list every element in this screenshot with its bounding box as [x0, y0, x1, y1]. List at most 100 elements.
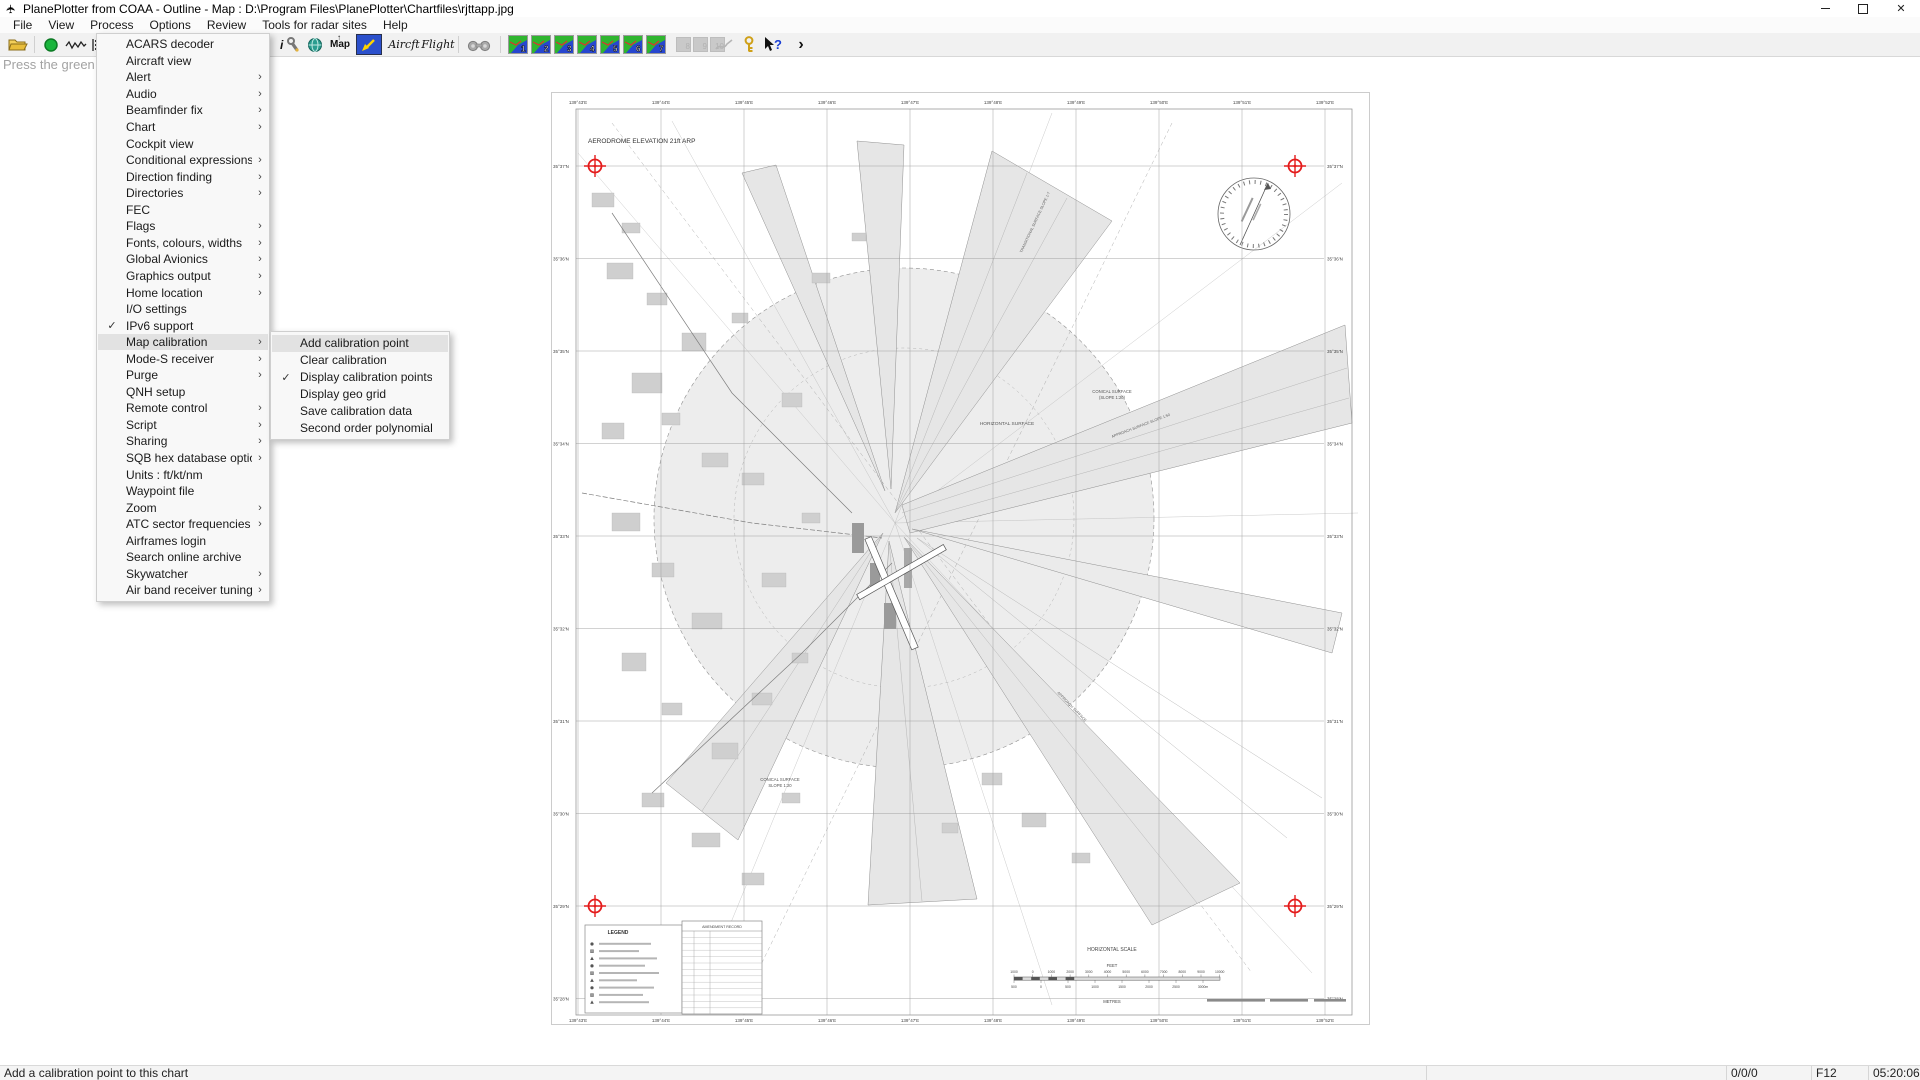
- minimize-button[interactable]: [1806, 0, 1844, 17]
- svg-text:35°37'N: 35°37'N: [1327, 164, 1343, 169]
- calibration-marker: [584, 155, 606, 177]
- map-preset-button-1[interactable]: 1: [508, 35, 528, 54]
- submenu-item-add-calibration-point[interactable]: Add calibration point: [272, 335, 448, 352]
- aircft-button[interactable]: Aircft: [388, 34, 420, 55]
- submenu-arrow-icon: ›: [252, 121, 268, 133]
- maximize-button[interactable]: [1844, 0, 1882, 17]
- menubar-item-review[interactable]: Review: [199, 17, 254, 33]
- options-menu-item-search-online-archive[interactable]: Search online archive: [98, 549, 268, 566]
- options-menu-item-directories[interactable]: Directories›: [98, 185, 268, 202]
- submenu-item-second-order-polynomial-fit[interactable]: Second order polynomial fit: [272, 420, 448, 437]
- key-button[interactable]: [738, 34, 760, 55]
- options-menu-item-aircraft-view[interactable]: Aircraft view: [98, 53, 268, 70]
- svg-text:139°43'E: 139°43'E: [569, 1018, 587, 1023]
- globe-button[interactable]: [304, 34, 326, 55]
- map-mode-button[interactable]: Map↑: [328, 34, 352, 55]
- options-menu-item-i-o-settings[interactable]: I/O settings: [98, 301, 268, 318]
- start-button[interactable]: [40, 34, 62, 55]
- options-menu-item-sqb-hex-database-options[interactable]: SQB hex database options›: [98, 450, 268, 467]
- outline-pointer-button[interactable]: [356, 34, 382, 55]
- close-button[interactable]: ✕: [1882, 0, 1920, 17]
- draw-line-button[interactable]: [712, 34, 736, 55]
- submenu-arrow-icon: ›: [252, 336, 268, 348]
- options-menu-item-map-calibration[interactable]: Map calibration›: [98, 334, 268, 351]
- flight-button[interactable]: Flight: [422, 34, 454, 55]
- map-preset-button-5[interactable]: 5: [600, 35, 620, 54]
- svg-text:139°48'E: 139°48'E: [984, 100, 1002, 105]
- options-menu-item-fonts-colours-widths[interactable]: Fonts, colours, widths›: [98, 235, 268, 252]
- options-menu-item-global-avionics[interactable]: Global Avionics›: [98, 251, 268, 268]
- options-menu-item-beamfinder-fix[interactable]: Beamfinder fix›: [98, 102, 268, 119]
- setup-button[interactable]: i: [276, 34, 302, 55]
- map-preset-button-3[interactable]: 3: [554, 35, 574, 54]
- options-menu-item-air-band-receiver-tuning[interactable]: Air band receiver tuning›: [98, 582, 268, 599]
- options-menu-item-cockpit-view[interactable]: Cockpit view: [98, 135, 268, 152]
- menu-item-label: Waypoint file: [126, 484, 252, 498]
- options-menu-item-alert[interactable]: Alert›: [98, 69, 268, 86]
- svg-text:35°31'N: 35°31'N: [553, 719, 569, 724]
- options-menu-item-ipv6-support[interactable]: ✓IPv6 support: [98, 317, 268, 334]
- submenu-item-save-calibration-data[interactable]: Save calibration data: [272, 403, 448, 420]
- submenu-item-clear-calibration[interactable]: Clear calibration: [272, 352, 448, 369]
- submenu-arrow-icon: ›: [252, 187, 268, 199]
- svg-text:10000: 10000: [1215, 970, 1225, 974]
- menubar-item-help[interactable]: Help: [375, 17, 416, 33]
- signal-button[interactable]: [63, 34, 89, 55]
- menubar-item-file[interactable]: File: [5, 17, 40, 33]
- options-menu-item-atc-sector-frequencies[interactable]: ATC sector frequencies›: [98, 516, 268, 533]
- options-menu-item-home-location[interactable]: Home location›: [98, 284, 268, 301]
- options-menu-item-script[interactable]: Script›: [98, 417, 268, 434]
- toolbar-more-button[interactable]: ›: [790, 34, 812, 55]
- app-plane-icon: ✈: [4, 2, 18, 16]
- options-menu-item-waypoint-file[interactable]: Waypoint file: [98, 483, 268, 500]
- options-menu-item-skywatcher[interactable]: Skywatcher›: [98, 566, 268, 583]
- map-preset-button-8-disabled[interactable]: 8: [676, 37, 691, 52]
- map-preset-button-2[interactable]: 2: [531, 35, 551, 54]
- options-menu-item-acars-decoder[interactable]: ACARS decoder: [98, 36, 268, 53]
- menubar-item-options[interactable]: Options: [142, 17, 199, 33]
- svg-text:500: 500: [1011, 985, 1017, 989]
- options-menu-item-zoom[interactable]: Zoom›: [98, 499, 268, 516]
- open-file-button[interactable]: [6, 34, 30, 55]
- menu-item-label: Aircraft view: [126, 54, 252, 68]
- chart-map[interactable]: 139°43'E139°43'E139°44'E139°44'E139°45'E…: [551, 92, 1370, 1025]
- options-menu-item-fec[interactable]: FEC: [98, 202, 268, 219]
- legend-box: LEGEND: [585, 925, 682, 1013]
- window-controls: ✕: [1806, 0, 1920, 17]
- options-menu-item-remote-control[interactable]: Remote control›: [98, 400, 268, 417]
- options-menu-item-flags[interactable]: Flags›: [98, 218, 268, 235]
- close-icon: ✕: [1896, 2, 1905, 15]
- options-menu-item-direction-finding[interactable]: Direction finding›: [98, 168, 268, 185]
- map-preset-button-4[interactable]: 4: [577, 35, 597, 54]
- submenu-arrow-icon: ›: [252, 419, 268, 431]
- options-menu-item-chart[interactable]: Chart›: [98, 119, 268, 136]
- menubar-item-view[interactable]: View: [40, 17, 82, 33]
- map-preset-button-7[interactable]: 7: [646, 35, 666, 54]
- svg-text:139°51'E: 139°51'E: [1233, 100, 1251, 105]
- options-menu-item-purge[interactable]: Purge›: [98, 367, 268, 384]
- options-menu-item-conditional-expressions[interactable]: Conditional expressions›: [98, 152, 268, 169]
- menu-item-label: Flags: [126, 219, 252, 233]
- submenu-arrow-icon: ›: [252, 270, 268, 282]
- context-help-button[interactable]: ?: [760, 34, 786, 55]
- options-menu-item-sharing[interactable]: Sharing›: [98, 433, 268, 450]
- search-binoculars-button[interactable]: [464, 34, 494, 55]
- options-menu-item-airframes-login[interactable]: Airframes login: [98, 533, 268, 550]
- options-menu-item-mode-s-receiver[interactable]: Mode-S receiver›: [98, 350, 268, 367]
- map-preset-button-9-disabled[interactable]: 9: [693, 37, 708, 52]
- options-menu-item-units-ft-kt-nm[interactable]: Units : ft/kt/nm: [98, 466, 268, 483]
- map-mode-label: Map↑: [330, 39, 350, 50]
- submenu-arrow-icon: ›: [252, 435, 268, 447]
- menubar-item-process[interactable]: Process: [82, 17, 141, 33]
- submenu-item-display-geo-grid[interactable]: Display geo grid: [272, 386, 448, 403]
- submenu-item-display-calibration-points[interactable]: ✓Display calibration points: [272, 369, 448, 386]
- menu-item-label: Sharing: [126, 434, 252, 448]
- status-function-key: F12: [1812, 1066, 1869, 1080]
- map-preset-button-6[interactable]: 6: [623, 35, 643, 54]
- options-menu-item-graphics-output[interactable]: Graphics output›: [98, 268, 268, 285]
- svg-text:139°47'E: 139°47'E: [901, 100, 919, 105]
- menubar-item-tools-for-radar-sites[interactable]: Tools for radar sites: [254, 17, 375, 33]
- options-menu-item-qnh-setup[interactable]: QNH setup: [98, 384, 268, 401]
- svg-text:139°51'E: 139°51'E: [1233, 1018, 1251, 1023]
- options-menu-item-audio[interactable]: Audio›: [98, 86, 268, 103]
